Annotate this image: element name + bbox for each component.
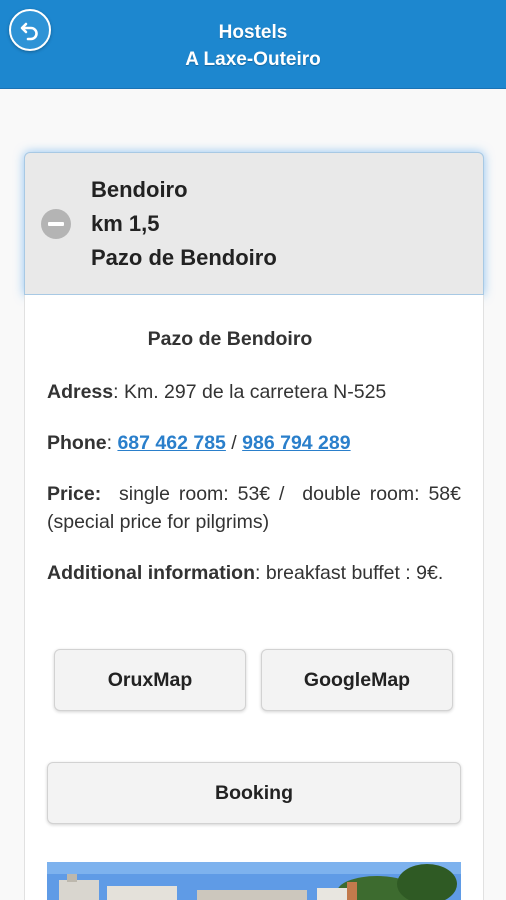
address-value: : Km. 297 de la carretera N-525 xyxy=(113,381,387,403)
detail-title: Pazo de Bendoiro xyxy=(147,328,313,350)
back-button[interactable] xyxy=(9,9,51,51)
phone-link-2[interactable]: 986 794 289 xyxy=(242,432,350,454)
hostel-location: Bendoiro xyxy=(91,177,188,202)
minus-circle-icon xyxy=(41,209,71,239)
additional-info-value: : breakfast buffet : 9€. xyxy=(254,562,444,584)
googlemap-button[interactable]: GoogleMap xyxy=(261,649,453,711)
collapsible-title: Bendoiro km 1,5 Pazo de Bendoiro xyxy=(91,173,277,275)
price-value: single room: 53€ / double room: 58€ (spe… xyxy=(47,483,467,533)
back-arrow-icon xyxy=(20,22,38,41)
additional-info-line: Additional information: breakfast buffet… xyxy=(47,559,461,587)
hostel-photo xyxy=(47,862,461,900)
phone-separator-2: / xyxy=(225,432,243,454)
price-line: Price: single room: 53€ / double room: 5… xyxy=(47,480,461,536)
app-header: Hostels A Laxe-Outeiro xyxy=(0,0,506,89)
hostel-distance: km 1,5 xyxy=(91,211,160,236)
oruxmap-button[interactable]: OruxMap xyxy=(54,649,246,711)
phone-separator: : xyxy=(106,432,118,454)
phone-link-1[interactable]: 687 462 785 xyxy=(117,432,225,454)
phone-label: Phone xyxy=(47,432,107,454)
hostel-name: Pazo de Bendoiro xyxy=(91,245,277,270)
price-label: Price: xyxy=(47,483,102,505)
additional-info-label: Additional information xyxy=(47,562,255,584)
hostel-photo-image xyxy=(47,862,461,900)
phone-line: Phone: 687 462 785 / 986 794 289 xyxy=(47,429,467,457)
address-line: Adress: Km. 297 de la carretera N-525 xyxy=(47,378,467,406)
page-title-line-1: Hostels xyxy=(218,22,288,43)
page-title: Hostels A Laxe-Outeiro xyxy=(70,19,436,73)
booking-button[interactable]: Booking xyxy=(47,762,461,824)
address-label: Adress xyxy=(47,381,114,403)
page-title-line-2: A Laxe-Outeiro xyxy=(185,49,321,70)
collapsible-header[interactable]: Bendoiro km 1,5 Pazo de Bendoiro xyxy=(24,152,484,295)
